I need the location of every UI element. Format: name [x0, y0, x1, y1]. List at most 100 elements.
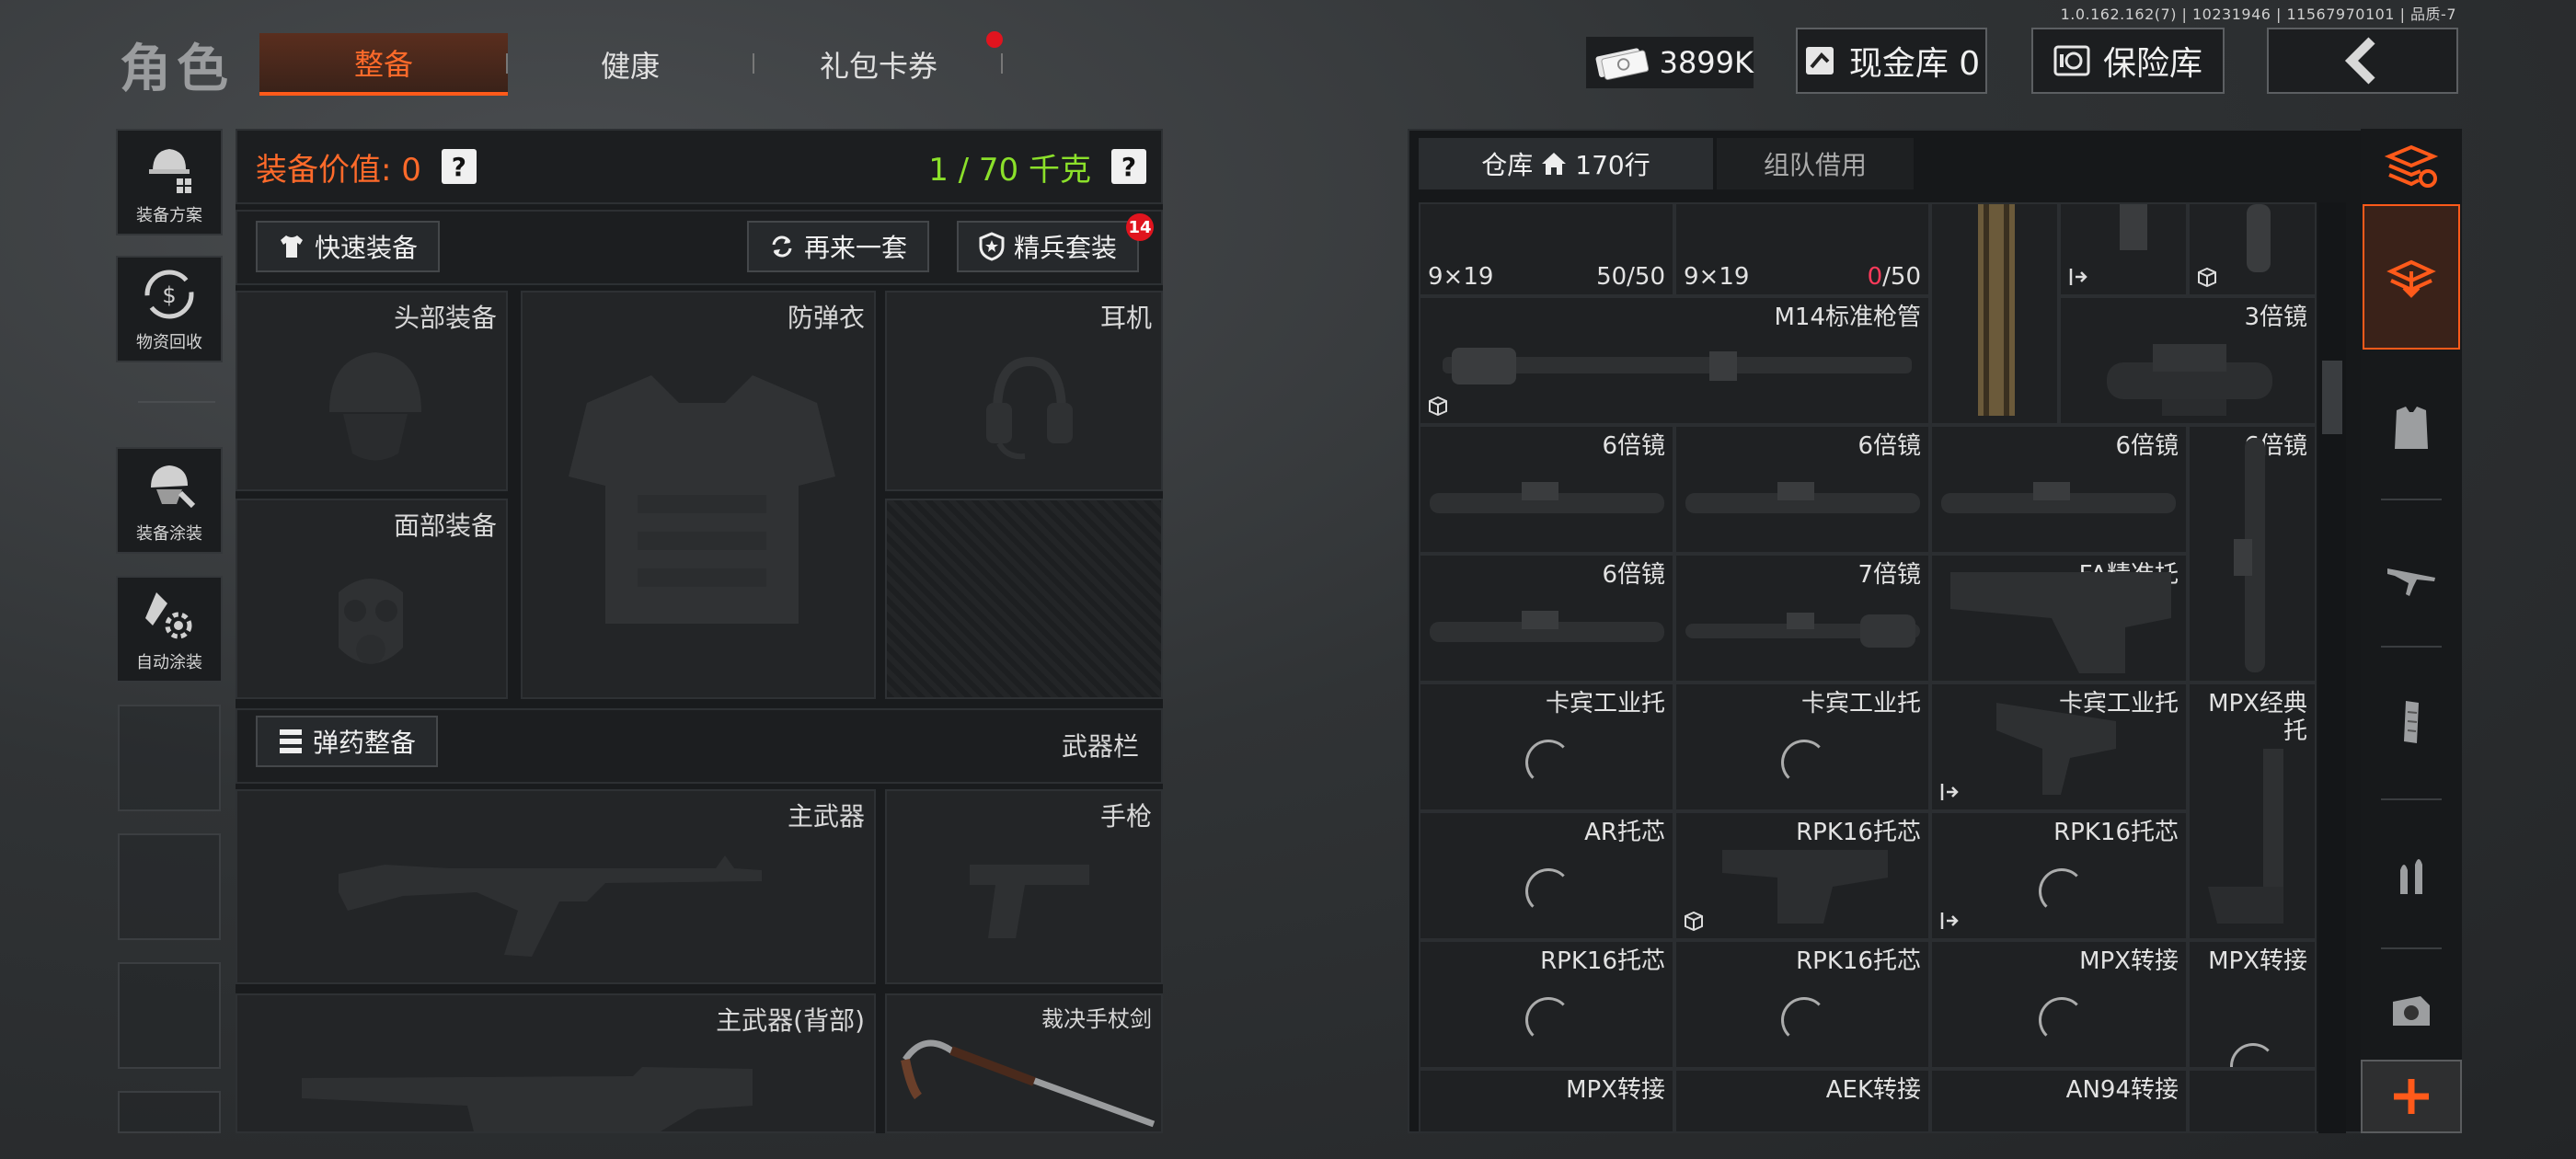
- precision-stock-icon: [1950, 572, 2171, 673]
- grip-part-icon: [2120, 204, 2147, 250]
- inventory-item-barrel[interactable]: M14标准枪管: [1419, 296, 1930, 425]
- face-gear-slot[interactable]: 面部装备: [236, 499, 508, 699]
- loadout-scheme-button[interactable]: 装备方案: [116, 129, 223, 235]
- tab-equip[interactable]: 整备: [259, 33, 508, 96]
- head-gear-slot[interactable]: 头部装备: [236, 291, 508, 491]
- pistol-slot[interactable]: 手枪: [885, 789, 1163, 984]
- inventory-item-scope[interactable]: 6倍镜: [2188, 425, 2317, 683]
- loading-icon: [1525, 740, 1571, 786]
- tab-gifts[interactable]: 礼包卡券: [764, 33, 994, 96]
- inventory-item-stock[interactable]: FA精准托: [1930, 554, 2188, 683]
- inventory-scrollbar[interactable]: [2322, 361, 2342, 434]
- inventory-item-stock[interactable]: 卡宾工业托: [1930, 683, 2188, 811]
- locked-slot: [885, 499, 1163, 699]
- inventory-item-stock-core[interactable]: RPK16托芯: [1930, 811, 2188, 940]
- inventory-item-scope[interactable]: 6倍镜: [1930, 425, 2188, 554]
- inventory-item-scope[interactable]: 6倍镜: [1419, 425, 1674, 554]
- inventory-item-adapter[interactable]: MPX转接: [1930, 940, 2188, 1069]
- primary-weapon-back-slot[interactable]: 主武器(背部): [236, 993, 876, 1133]
- inventory-item-adapter[interactable]: MPX转接: [2188, 940, 2317, 1069]
- inventory-scroll-track[interactable]: [2318, 202, 2346, 1133]
- item-name: RPK16托芯: [1540, 947, 1665, 975]
- inventory-item-scope[interactable]: 7倍镜: [1674, 554, 1930, 683]
- inventory-item-adapter[interactable]: AN94转接: [1930, 1069, 2188, 1133]
- home-icon: [1542, 153, 1567, 175]
- category-weapon-button[interactable]: [2363, 511, 2460, 640]
- inventory-item-stock[interactable]: MPX经典托: [2188, 683, 2317, 940]
- category-ammo-button[interactable]: [2363, 811, 2460, 940]
- equip-again-button[interactable]: 再来一套: [747, 221, 930, 272]
- cash-vault-label: 现金库 0: [1848, 45, 1981, 83]
- quick-equip-label: 快速装备: [315, 233, 419, 263]
- category-separator: [2381, 646, 2442, 648]
- item-name: AN94转接: [2065, 1076, 2179, 1104]
- quick-equip-button[interactable]: 快速装备: [256, 221, 441, 272]
- inventory-item-stock-core[interactable]: RPK16托芯: [1674, 811, 1930, 940]
- equipment-value: 装备价值: 0: [256, 151, 421, 189]
- refresh-icon: [772, 235, 792, 258]
- inventory-item-stock-core[interactable]: AR托芯: [1419, 811, 1674, 940]
- inventory-item-part[interactable]: [2059, 202, 2188, 296]
- slot-label: 裁决手杖剑: [1041, 1006, 1152, 1032]
- inventory-empty-cell[interactable]: [2188, 1069, 2317, 1133]
- weight-capacity: 1 / 70 千克: [928, 151, 1091, 189]
- body-armor-slot[interactable]: 防弹衣: [521, 291, 876, 699]
- category-all-button[interactable]: [2363, 204, 2460, 350]
- armor-vest-icon: [569, 375, 835, 624]
- loading-icon: [1525, 868, 1571, 914]
- help-icon[interactable]: ?: [1111, 149, 1146, 184]
- melee-slot[interactable]: 裁决手杖剑: [885, 993, 1163, 1133]
- primary-weapon-slot[interactable]: 主武器: [236, 789, 876, 984]
- safe-icon: [2053, 45, 2090, 76]
- elite-set-label: 精兵套装: [1014, 233, 1118, 263]
- inventory-item-stock-core[interactable]: RPK16托芯: [1419, 940, 1674, 1069]
- inventory-item-stock[interactable]: 卡宾工业托: [1674, 683, 1930, 811]
- inventory-item-adapter[interactable]: AEK转接: [1674, 1069, 1930, 1133]
- tab-vault[interactable]: 仓库 170行: [1419, 138, 1713, 189]
- inventory-item-ammo[interactable]: 9×19 0/50: [1674, 202, 1930, 296]
- empty-sidebar-slot: [118, 962, 221, 1069]
- supply-recycle-button[interactable]: $ 物资回收: [116, 256, 223, 362]
- sort-filter-button[interactable]: [2363, 129, 2460, 202]
- headset-slot[interactable]: 耳机: [885, 291, 1163, 491]
- inventory-item-scope[interactable]: 6倍镜: [1674, 425, 1930, 554]
- tab-equip-label: 整备: [353, 47, 413, 82]
- inventory-item-handguard[interactable]: [1930, 202, 2059, 425]
- headset-icon: [986, 356, 1073, 460]
- help-icon[interactable]: ?: [441, 149, 477, 184]
- scope-7x-icon: [1685, 613, 1920, 648]
- recycle-icon: $: [144, 270, 194, 319]
- inventory-item-part[interactable]: [2188, 202, 2317, 296]
- vault-tab-label: 仓库: [1481, 150, 1534, 180]
- slot-label: 手枪: [1099, 801, 1152, 832]
- inventory-item-scope[interactable]: 6倍镜: [1419, 554, 1674, 683]
- category-attachment-button[interactable]: [2363, 960, 2460, 1061]
- tab-health[interactable]: 健康: [515, 33, 745, 96]
- scope-3x-icon: [2107, 344, 2272, 416]
- inventory-item-stock-core[interactable]: RPK16托芯: [1674, 940, 1930, 1069]
- inventory-item-adapter[interactable]: MPX转接: [1419, 1069, 1674, 1133]
- ammo-equip-button[interactable]: 弹药整备: [256, 716, 439, 767]
- tab-separator: [506, 53, 508, 74]
- category-magazine-button[interactable]: [2363, 659, 2460, 787]
- add-button[interactable]: [2361, 1060, 2462, 1133]
- item-name: M14标准枪管: [1774, 304, 1921, 331]
- safe-button[interactable]: 保险库: [2031, 28, 2225, 94]
- inventory-item-ammo[interactable]: 9×19 50/50: [1419, 202, 1674, 296]
- category-armor-button[interactable]: [2363, 364, 2460, 493]
- rifle-icon: [339, 855, 762, 957]
- loading-icon: [2039, 868, 2085, 914]
- elite-set-button[interactable]: 精兵套装: [957, 221, 1140, 272]
- ammo-equip-label: 弹药整备: [313, 728, 417, 758]
- item-name: MPX转接: [1566, 1076, 1665, 1104]
- tab-team-borrow[interactable]: 组队借用: [1717, 138, 1914, 189]
- equipment-paint-button[interactable]: 装备涂装: [116, 447, 223, 554]
- cash-vault-button[interactable]: 现金库 0: [1796, 28, 1987, 94]
- item-name: MPX转接: [2079, 947, 2179, 975]
- inventory-item-stock[interactable]: 卡宾工业托: [1419, 683, 1674, 811]
- back-button[interactable]: [2267, 28, 2458, 94]
- inventory-item-scope[interactable]: 3倍镜: [2059, 296, 2317, 425]
- auto-paint-button[interactable]: 自动涂装: [116, 576, 223, 683]
- chevron-left-icon: [2344, 37, 2375, 85]
- item-name: 6倍镜: [1857, 432, 1921, 460]
